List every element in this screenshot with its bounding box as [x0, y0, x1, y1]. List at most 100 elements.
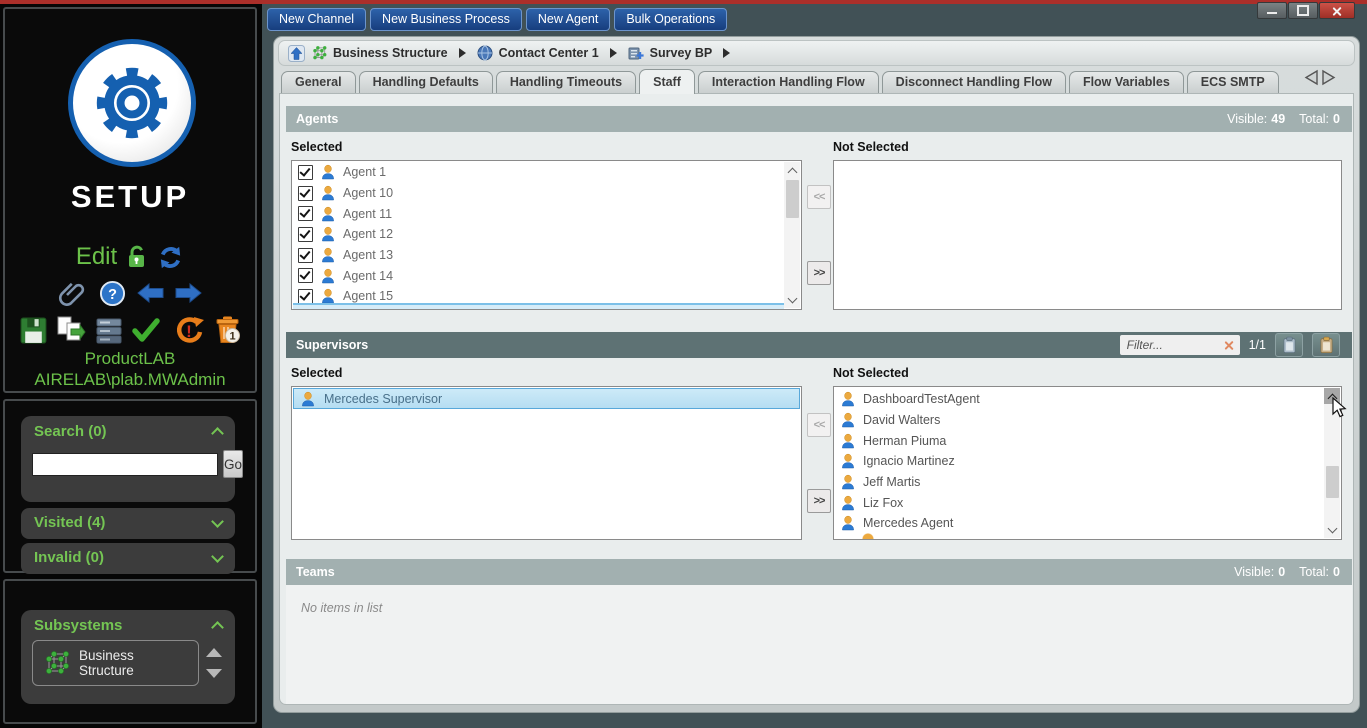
subsystems-header[interactable]: Subsystems	[21, 610, 235, 638]
tab[interactable]: Flow Variables	[1068, 71, 1184, 93]
breadcrumb-separator-icon[interactable]	[458, 48, 466, 58]
supervisor-row[interactable]: DashboardTestAgent	[834, 389, 1341, 410]
window-controls	[1257, 2, 1355, 19]
person-icon	[842, 495, 854, 511]
pending-refresh-icon[interactable]: !	[175, 315, 206, 345]
checkbox-checked[interactable]	[298, 164, 313, 180]
agent-row[interactable]: Agent 1	[292, 162, 801, 183]
subsystem-item-business-structure[interactable]: Business Structure	[32, 640, 199, 686]
teams-body: No items in list	[286, 585, 1352, 704]
checkbox-checked[interactable]	[298, 268, 313, 284]
agent-row[interactable]: Agent 14	[292, 265, 801, 286]
supervisors-selected-list[interactable]: Mercedes Supervisor	[291, 386, 802, 540]
tab[interactable]: General	[281, 71, 356, 93]
unlock-icon[interactable]	[126, 244, 148, 270]
visible-label: Visible:	[1234, 565, 1275, 579]
validate-check-icon[interactable]	[131, 317, 160, 344]
tab[interactable]: Handling Defaults	[358, 71, 493, 93]
navigate-up-icon[interactable]	[288, 44, 305, 62]
paste-button[interactable]	[1312, 333, 1340, 357]
search-go-button[interactable]: Go	[223, 450, 244, 478]
tab[interactable]: Disconnect Handling Flow	[881, 71, 1066, 93]
checkbox-checked[interactable]	[298, 206, 313, 222]
visited-panel[interactable]: Visited (4)	[21, 508, 235, 539]
search-panel-header[interactable]: Search (0)	[21, 416, 235, 444]
filter-clear-icon[interactable]	[1224, 340, 1235, 351]
refresh-icon[interactable]	[157, 244, 184, 271]
person-icon	[322, 227, 334, 242]
minimize-button[interactable]	[1257, 2, 1287, 19]
scroll-up-button[interactable]	[784, 162, 800, 178]
supervisors-not-selected-label: Not Selected	[833, 366, 909, 380]
minimize-icon	[1267, 12, 1277, 14]
visited-title: Visited (4)	[34, 514, 106, 531]
save-icon[interactable]	[19, 316, 48, 345]
checkbox-checked[interactable]	[298, 226, 313, 242]
toolbar-button[interactable]: New Channel	[267, 7, 367, 31]
supervisor-row[interactable]: David Walters	[834, 410, 1341, 431]
tab[interactable]: ECS SMTP	[1186, 71, 1279, 93]
supervisors-scrollbar[interactable]	[1324, 388, 1340, 538]
scroll-thumb[interactable]	[785, 180, 799, 218]
tab-scroll-left-icon[interactable]	[1304, 69, 1319, 86]
breadcrumb-item-contact-center[interactable]: Contact Center 1	[477, 45, 599, 61]
supervisors-not-selected-list[interactable]: DashboardTestAgent David Walters Herman …	[833, 386, 1342, 540]
agents-scrollbar[interactable]	[784, 162, 800, 308]
help-icon[interactable]: ?	[99, 280, 126, 307]
expand-icon	[211, 549, 224, 563]
scroll-down-button[interactable]	[784, 292, 800, 308]
checkbox-checked[interactable]	[298, 288, 313, 304]
supervisor-row[interactable]: Mercedes Agent	[834, 513, 1341, 534]
agent-row[interactable]: Agent 11	[292, 203, 801, 224]
breadcrumb-item-survey-bp[interactable]: Survey BP	[628, 45, 712, 61]
filter-input[interactable]	[1124, 337, 1224, 353]
toolbar-button[interactable]: New Agent	[525, 7, 611, 31]
supervisor-row[interactable]: Herman Piuma	[834, 430, 1341, 451]
person-icon	[322, 247, 334, 263]
copy-button[interactable]	[1275, 333, 1303, 357]
tab[interactable]: Staff	[639, 69, 695, 94]
tab-scroll-right-icon[interactable]	[1321, 69, 1336, 86]
scroll-thumb[interactable]	[1325, 466, 1339, 498]
checkbox-checked[interactable]	[298, 247, 313, 263]
scroll-down-button[interactable]	[1324, 522, 1340, 538]
attachment-icon[interactable]	[58, 278, 88, 308]
agent-row[interactable]: Agent 15	[292, 286, 801, 307]
supervisor-row[interactable]: Ignacio Martinez	[834, 451, 1341, 472]
agent-row[interactable]: Agent 10	[292, 183, 801, 204]
toolbar-button[interactable]: Bulk Operations	[614, 7, 728, 31]
search-input[interactable]	[32, 452, 218, 476]
forward-arrow-icon[interactable]	[175, 283, 202, 303]
close-button[interactable]	[1319, 2, 1355, 19]
supervisors-add-button[interactable]: >>	[807, 489, 831, 513]
person-icon	[322, 268, 334, 284]
tab[interactable]: Interaction Handling Flow	[697, 71, 879, 93]
agent-row[interactable]: Agent 13	[292, 245, 801, 266]
agent-row[interactable]: Agent 12	[292, 224, 801, 245]
agents-not-selected-list[interactable]	[833, 160, 1342, 310]
edit-button[interactable]: Edit	[76, 243, 117, 271]
breadcrumb-separator-icon[interactable]	[723, 48, 731, 58]
breadcrumb-item-business-structure[interactable]: Business Structure	[311, 45, 448, 61]
trash-icon[interactable]: 1	[213, 315, 242, 345]
supervisors-remove-button[interactable]: <<	[807, 413, 831, 437]
tab[interactable]: Handling Timeouts	[495, 71, 637, 93]
copy-documents-icon[interactable]	[55, 315, 87, 345]
agents-remove-button[interactable]: <<	[807, 185, 831, 209]
maximize-button[interactable]	[1288, 2, 1318, 19]
server-icon[interactable]	[94, 316, 124, 345]
agents-selected-list[interactable]: Agent 1 Agent 10 Agent 11 Agent 12 Agent…	[291, 160, 802, 310]
supervisor-row-selected[interactable]: Mercedes Supervisor	[293, 388, 800, 409]
back-arrow-icon[interactable]	[137, 283, 164, 303]
scroll-up-button[interactable]	[1324, 388, 1340, 404]
toolbar-button[interactable]: New Business Process	[370, 7, 522, 31]
checkbox-checked[interactable]	[298, 185, 313, 201]
supervisor-row[interactable]: Jeff Martis	[834, 472, 1341, 493]
agents-add-button[interactable]: >>	[807, 261, 831, 285]
scroll-up-icon[interactable]	[206, 648, 222, 657]
scroll-down-icon[interactable]	[206, 669, 222, 678]
breadcrumb-separator-icon[interactable]	[609, 48, 617, 58]
supervisor-row[interactable]: Liz Fox	[834, 492, 1341, 513]
invalid-panel[interactable]: Invalid (0)	[21, 543, 235, 574]
collapse-icon	[211, 621, 224, 634]
